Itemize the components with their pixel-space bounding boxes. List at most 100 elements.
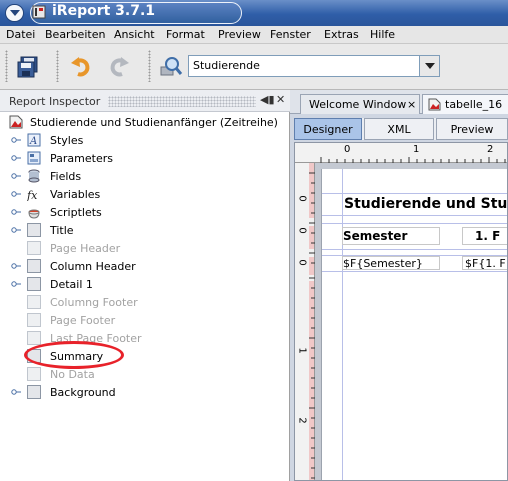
band-guide <box>322 223 507 224</box>
datasource-select[interactable]: Studierende <box>188 55 440 77</box>
window-titlebar: iReport 3.7.1 <box>0 0 508 26</box>
tree-item-fields[interactable]: Fields <box>0 167 290 185</box>
tree-root[interactable]: Studierende und Studienanfänger (Zeitrei… <box>0 113 290 131</box>
header-semester-box[interactable]: Semester <box>342 227 440 245</box>
tree-item-page-header[interactable]: Page Header <box>0 239 290 257</box>
report-designer-canvas[interactable]: 0 1 2 0 0 0 1 2 Studierende und Stu Seme… <box>294 142 508 481</box>
band-icon <box>27 295 41 309</box>
function-icon: fx <box>27 189 38 201</box>
ruler-label: 2 <box>487 144 494 155</box>
tree-item-label: Columng Footer <box>50 296 138 309</box>
preview-view-button[interactable]: Preview <box>436 118 508 140</box>
ruler-label: 0 <box>344 144 351 155</box>
ireport-app-icon <box>32 5 46 19</box>
tree-item-detail-1[interactable]: Detail 1 <box>0 275 290 293</box>
tree-item-page-footer[interactable]: Page Footer <box>0 311 290 329</box>
tree-item-label: Page Header <box>50 242 121 255</box>
tree-item-styles[interactable]: A Styles <box>0 131 290 149</box>
menu-hilfe[interactable]: Hilfe <box>370 28 395 41</box>
undo-button[interactable] <box>66 52 96 82</box>
undo-icon <box>71 57 90 77</box>
band-icon <box>27 277 41 291</box>
minimize-panel-icon[interactable]: ◀▮ <box>260 93 275 106</box>
panel-drag-handle[interactable] <box>108 96 256 107</box>
expand-icon[interactable] <box>11 389 21 395</box>
tree-item-label: Variables <box>50 188 101 201</box>
datasource-select-arrow[interactable] <box>419 56 439 76</box>
expand-icon[interactable] <box>11 191 21 197</box>
chevron-down-icon <box>424 62 435 69</box>
field-col2: $F{1. F <box>465 257 506 270</box>
tree-item-label: Styles <box>50 134 84 147</box>
tree-item-label: No Data <box>50 368 95 381</box>
redo-icon <box>110 57 129 77</box>
tree-item-label: Fields <box>50 170 82 183</box>
tree-item-label: Scriptlets <box>50 206 102 219</box>
tree-item-variables[interactable]: fx Variables <box>0 185 290 203</box>
tree-item-column-header[interactable]: Column Header <box>0 257 290 275</box>
expand-icon[interactable] <box>11 263 21 269</box>
datasource-magnifier-icon <box>160 57 183 76</box>
ruler-ticks <box>320 157 506 163</box>
report-icon <box>9 115 23 129</box>
expand-icon[interactable] <box>11 137 21 143</box>
view-switcher: Designer XML Preview <box>294 118 508 140</box>
xml-view-button[interactable]: XML <box>364 118 434 140</box>
tree-item-scriptlets[interactable]: Scriptlets <box>0 203 290 221</box>
expand-icon[interactable] <box>11 209 21 215</box>
menu-fenster[interactable]: Fenster <box>270 28 311 41</box>
tree-root-label: Studierende und Studienanfänger (Zeitrei… <box>30 116 278 129</box>
tab-tabelle-16[interactable]: tabelle_16 <box>422 94 508 114</box>
system-menu-button[interactable] <box>5 4 24 22</box>
menu-preview[interactable]: Preview <box>218 28 261 41</box>
tree-item-parameters[interactable]: Parameters <box>0 149 290 167</box>
ruler-label: 1 <box>413 144 420 155</box>
band-guide <box>322 215 507 216</box>
toolbar-grip[interactable] <box>56 50 59 82</box>
expand-icon[interactable] <box>11 173 21 179</box>
tree-item-label: Title <box>50 224 74 237</box>
field-col2-box[interactable]: $F{1. F <box>462 256 507 270</box>
tree-item-background[interactable]: Background <box>0 383 290 401</box>
report-title-text[interactable]: Studierende und Stu <box>344 196 507 212</box>
close-tab-icon[interactable]: × <box>407 98 416 111</box>
svg-text:fx: fx <box>27 189 38 201</box>
save-button[interactable] <box>13 52 43 82</box>
redo-button[interactable] <box>104 52 134 82</box>
toolbar-grip[interactable] <box>148 50 151 82</box>
ruler-label: 0 <box>296 195 308 202</box>
menu-ansicht[interactable]: Ansicht <box>114 28 155 41</box>
header-col2-box[interactable]: 1. F <box>462 227 507 245</box>
report-page[interactable]: Studierende und Stu Semester 1. F $F{Sem… <box>321 169 507 480</box>
menu-datei[interactable]: Datei <box>6 28 35 41</box>
expand-icon[interactable] <box>11 281 21 287</box>
tree-item-no-data[interactable]: No Data <box>0 365 290 383</box>
menu-bearbeiten[interactable]: Bearbeiten <box>45 28 105 41</box>
close-panel-icon[interactable]: ✕ <box>276 93 285 106</box>
field-semester-box[interactable]: $F{Semester} <box>342 256 440 270</box>
designer-view-button[interactable]: Designer <box>294 118 362 140</box>
chevron-down-icon <box>10 10 20 16</box>
band-guide <box>322 271 507 272</box>
expand-icon[interactable] <box>11 155 21 161</box>
tree-item-label: Page Footer <box>50 314 116 327</box>
menu-extras[interactable]: Extras <box>324 28 359 41</box>
menu-bar: Datei Bearbeiten Ansicht Format Preview … <box>0 26 508 44</box>
report-icon <box>428 98 441 111</box>
band-icon <box>27 241 41 255</box>
datasource-button[interactable] <box>156 52 186 82</box>
editor-tabstrip: Welcome Window × tabelle_16 <box>290 90 508 114</box>
menu-format[interactable]: Format <box>166 28 205 41</box>
window-title: iReport 3.7.1 <box>52 3 156 19</box>
tree-item-title[interactable]: Title <box>0 221 290 239</box>
tree-item-label: Column Header <box>50 260 136 273</box>
tree-item-label: Parameters <box>50 152 113 165</box>
toolbar-grip[interactable] <box>5 50 8 82</box>
expand-icon[interactable] <box>11 227 21 233</box>
svg-text:A: A <box>29 136 37 147</box>
band-icon <box>27 331 41 345</box>
panel-title: Report Inspector <box>9 95 101 108</box>
tab-welcome-window[interactable]: Welcome Window × <box>300 94 420 114</box>
styles-icon: A <box>27 133 41 147</box>
tree-item-column-footer[interactable]: Columng Footer <box>0 293 290 311</box>
